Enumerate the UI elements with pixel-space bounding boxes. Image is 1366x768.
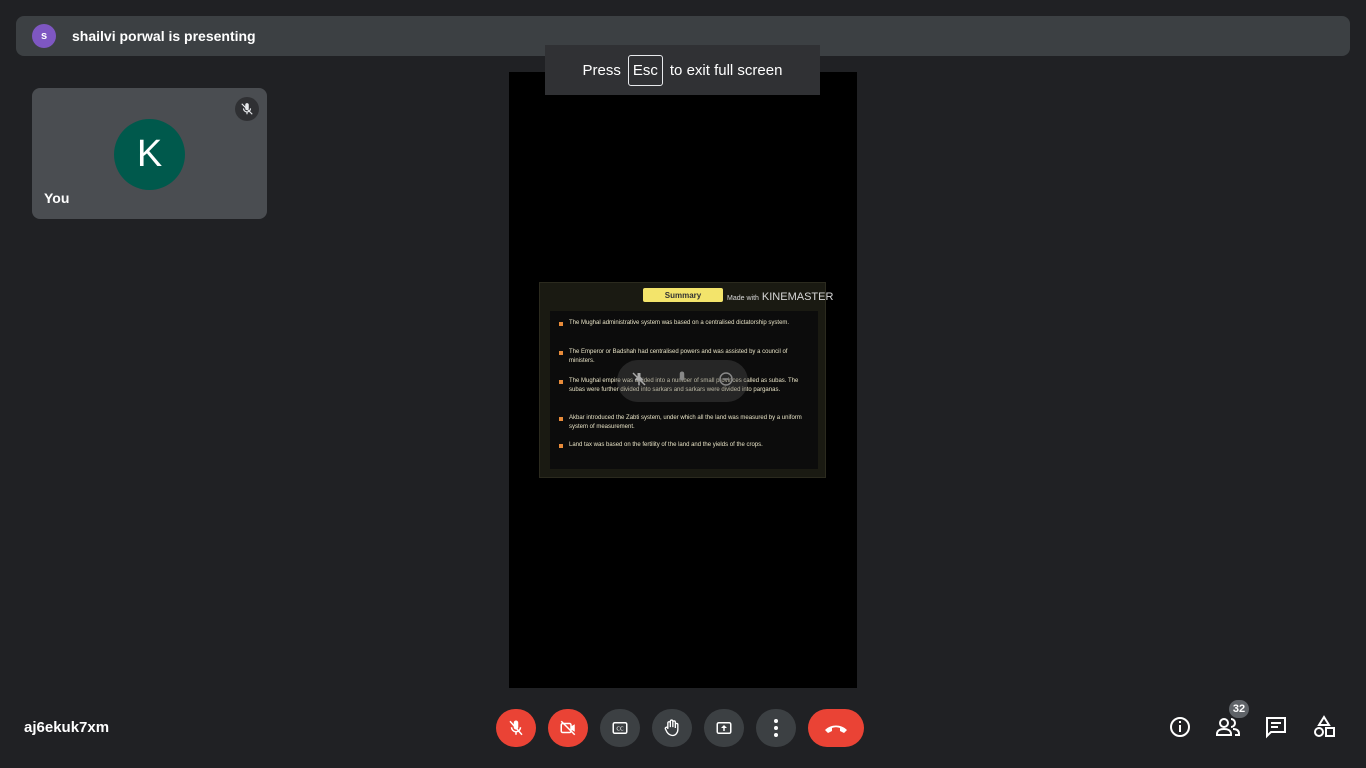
hang-up-icon — [825, 725, 847, 733]
hint-text: Press — [582, 61, 621, 79]
people-icon — [1216, 718, 1240, 736]
presenting-text: shailvi porwal is presenting — [72, 28, 256, 44]
closed-captions-icon: CC — [612, 722, 628, 734]
activities-icon — [1314, 715, 1335, 737]
pin-off-icon[interactable] — [630, 370, 648, 393]
more-vert-icon — [774, 719, 778, 737]
presentation-overlay-controls — [617, 360, 748, 402]
chat-button[interactable] — [1263, 714, 1289, 740]
slide-title: Summary — [643, 288, 723, 302]
raise-hand-button[interactable] — [652, 709, 692, 747]
fullscreen-exit-hint: Press Esc to exit full screen — [545, 45, 820, 95]
esc-key: Esc — [627, 54, 663, 86]
mute-icon[interactable] — [673, 370, 691, 393]
camera-off-icon — [560, 720, 576, 736]
info-icon — [1170, 717, 1190, 737]
svg-text:CC: CC — [616, 726, 624, 732]
chat-icon — [1266, 717, 1286, 739]
remove-icon[interactable] — [717, 370, 735, 393]
avatar: K — [114, 119, 185, 190]
hand-icon — [664, 719, 679, 737]
captions-button[interactable]: CC — [600, 709, 640, 747]
presenter-avatar: s — [32, 24, 56, 48]
present-now-button[interactable] — [704, 709, 744, 747]
slide-bullet: Land tax was based on the fertility of t… — [559, 441, 805, 450]
slide-bullet: Akbar introduced the Zabti system, under… — [559, 414, 805, 432]
self-video-tile[interactable]: K You — [32, 88, 267, 219]
hint-text: to exit full screen — [669, 61, 783, 79]
activities-button[interactable] — [1311, 714, 1337, 740]
leave-call-button[interactable] — [808, 709, 864, 747]
mic-off-icon — [235, 97, 259, 121]
mic-toggle-button[interactable] — [496, 709, 536, 747]
meeting-details-button[interactable] — [1167, 714, 1193, 740]
participants-count-badge: 32 — [1229, 700, 1249, 718]
more-options-button[interactable] — [756, 709, 796, 747]
mic-off-icon — [509, 720, 523, 736]
present-screen-icon — [716, 722, 732, 734]
self-name-label: You — [44, 190, 70, 206]
meeting-code: aj6ekuk7xm — [24, 719, 110, 736]
kinemaster-watermark: Made with KINEMASTER — [727, 291, 834, 303]
camera-toggle-button[interactable] — [548, 709, 588, 747]
slide-bullet: The Mughal administrative system was bas… — [559, 319, 805, 328]
